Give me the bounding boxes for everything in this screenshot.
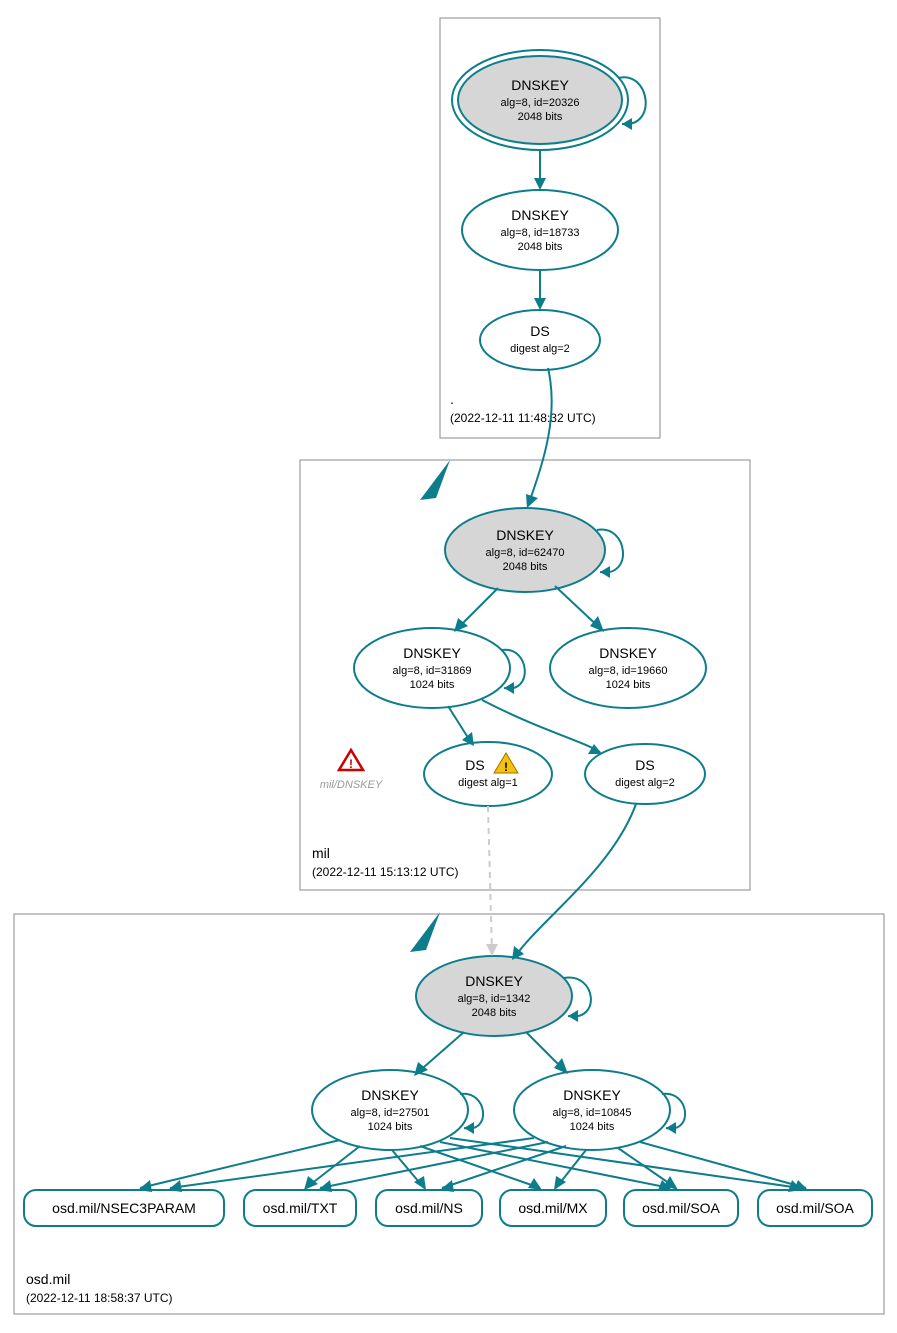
svg-text:alg=8, id=10845: alg=8, id=10845 [553,1107,632,1119]
svg-text:osd.mil/NSEC3PARAM: osd.mil/NSEC3PARAM [52,1200,196,1216]
svg-text:DNSKEY: DNSKEY [403,645,461,661]
svg-text:DS: DS [465,757,484,773]
node-mil-ds2[interactable]: DS digest alg=2 [585,744,705,804]
svg-text:DNSKEY: DNSKEY [361,1087,419,1103]
svg-text:2048 bits: 2048 bits [503,561,548,573]
zone-mil-name: mil [312,845,330,861]
svg-text:1024 bits: 1024 bits [368,1121,413,1133]
svg-text:DNSKEY: DNSKEY [465,973,523,989]
svg-text:DS: DS [530,323,549,339]
svg-text:DNSKEY: DNSKEY [599,645,657,661]
node-mil-zsk1[interactable]: DNSKEY alg=8, id=31869 1024 bits [354,628,510,708]
svg-text:alg=8, id=62470: alg=8, id=62470 [486,547,565,559]
svg-text:DNSKEY: DNSKEY [496,527,554,543]
svg-text:DNSKEY: DNSKEY [511,77,569,93]
svg-text:osd.mil/SOA: osd.mil/SOA [776,1200,854,1216]
zone-root-timestamp: (2022-12-11 11:48:32 UTC) [450,411,596,425]
node-osd-ksk[interactable]: DNSKEY alg=8, id=1342 2048 bits [416,956,572,1036]
node-root-ksk[interactable]: DNSKEY alg=8, id=20326 2048 bits [452,50,628,150]
zone-osd-timestamp: (2022-12-11 18:58:37 UTC) [26,1291,173,1305]
rrset-ns[interactable]: osd.mil/NS [376,1190,482,1226]
node-mil-ds1[interactable]: DS digest alg=1 ! [424,742,552,806]
rrset-txt[interactable]: osd.mil/TXT [244,1190,356,1226]
node-root-ds[interactable]: DS digest alg=2 [480,310,600,370]
svg-text:alg=8, id=1342: alg=8, id=1342 [458,993,531,1005]
rrset-mx[interactable]: osd.mil/MX [500,1190,606,1226]
svg-text:alg=8, id=27501: alg=8, id=27501 [351,1107,430,1119]
svg-text:2048 bits: 2048 bits [518,111,563,123]
svg-text:mil/DNSKEY: mil/DNSKEY [320,779,383,791]
rrset-nsec3param[interactable]: osd.mil/NSEC3PARAM [24,1190,224,1226]
zone-root-name: . [450,391,454,407]
svg-text:osd.mil/TXT: osd.mil/TXT [263,1200,338,1216]
svg-text:!: ! [504,760,508,774]
edge-ds2-osdksk [514,804,636,958]
svg-text:osd.mil/MX: osd.mil/MX [518,1200,588,1216]
svg-text:alg=8, id=20326: alg=8, id=20326 [501,97,580,109]
svg-text:2048 bits: 2048 bits [472,1007,517,1019]
svg-text:osd.mil/NS: osd.mil/NS [395,1200,463,1216]
edge-ds1-osdksk [488,806,492,954]
svg-text:digest alg=2: digest alg=2 [510,343,570,355]
zone-mil-timestamp: (2022-12-11 15:13:12 UTC) [312,865,459,879]
zone-osd-name: osd.mil [26,1271,70,1287]
node-root-zsk[interactable]: DNSKEY alg=8, id=18733 2048 bits [462,190,618,270]
node-mil-zsk2[interactable]: DNSKEY alg=8, id=19660 1024 bits [550,628,706,708]
svg-text:DNSKEY: DNSKEY [563,1087,621,1103]
svg-text:alg=8, id=31869: alg=8, id=31869 [393,665,472,677]
dnssec-graph: . (2022-12-11 11:48:32 UTC) DNSKEY alg=8… [0,0,897,1333]
node-mil-ksk[interactable]: DNSKEY alg=8, id=62470 2048 bits [445,508,605,592]
svg-text:1024 bits: 1024 bits [570,1121,615,1133]
svg-text:!: ! [349,757,353,771]
svg-text:1024 bits: 1024 bits [410,679,455,691]
edge-rootds-milksk [528,368,552,506]
svg-text:alg=8, id=18733: alg=8, id=18733 [501,227,580,239]
svg-text:alg=8, id=19660: alg=8, id=19660 [589,665,668,677]
rrset-soa2[interactable]: osd.mil/SOA [758,1190,872,1226]
svg-text:1024 bits: 1024 bits [606,679,651,691]
svg-text:digest alg=1: digest alg=1 [458,777,518,789]
node-osd-zsk1[interactable]: DNSKEY alg=8, id=27501 1024 bits [312,1070,468,1150]
svg-text:DNSKEY: DNSKEY [511,207,569,223]
delegation-root-mil [420,460,450,500]
error-mil-dnskey[interactable]: ! mil/DNSKEY [320,750,383,791]
svg-text:DS: DS [635,757,654,773]
svg-text:2048 bits: 2048 bits [518,241,563,253]
svg-text:osd.mil/SOA: osd.mil/SOA [642,1200,720,1216]
node-osd-zsk2[interactable]: DNSKEY alg=8, id=10845 1024 bits [514,1070,670,1150]
rrset-soa1[interactable]: osd.mil/SOA [624,1190,738,1226]
delegation-mil-osd [410,912,440,952]
svg-text:digest alg=2: digest alg=2 [615,777,675,789]
